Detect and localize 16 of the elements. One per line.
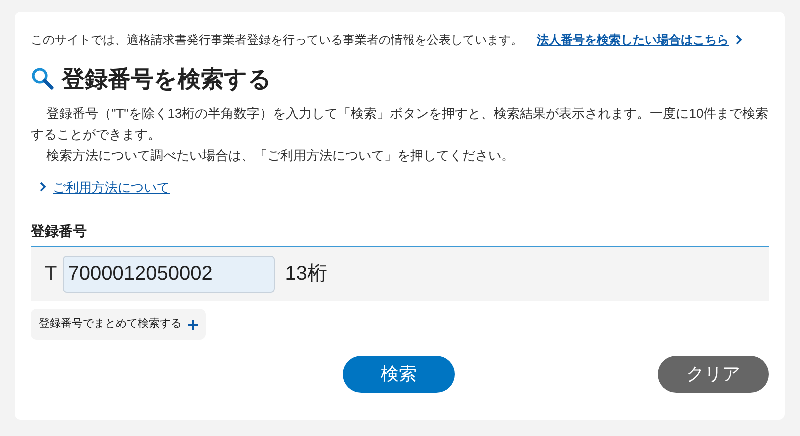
registration-number-field[interactable]: 7000012050002 — [63, 256, 276, 292]
instruction-text: 登録番号（"T"を除く13桁の半角数字）を入力して「検索」ボタンを押すと、検索結果が表示されます。一度に10件まで検索することができます。 — [31, 104, 769, 144]
bulk-search-toggle[interactable]: 登録番号でまとめて検索する — [31, 309, 206, 340]
notice-text: このサイトでは、適格請求書発行事業者登録を行っている事業者の情報を公表しています。 — [31, 32, 523, 49]
plus-icon — [188, 320, 198, 330]
search-button[interactable]: 検索 — [343, 356, 455, 393]
chevron-icon — [39, 182, 47, 192]
clear-button[interactable]: クリア — [658, 356, 769, 393]
instruction-text: 検索方法について調べたい場合は、「ご利用方法について」を押してください。 — [46, 146, 516, 164]
page-heading: 登録番号を検索する — [62, 65, 272, 94]
digit-count-text: 13桁 — [285, 262, 328, 287]
search-icon — [31, 67, 55, 92]
usage-guide-link[interactable]: ご利用方法について — [53, 178, 170, 197]
chevron-icon — [735, 35, 743, 45]
prefix-text: T — [45, 262, 58, 287]
corporate-number-link[interactable]: 法人番号を検索したい場合はこちら — [537, 30, 729, 50]
